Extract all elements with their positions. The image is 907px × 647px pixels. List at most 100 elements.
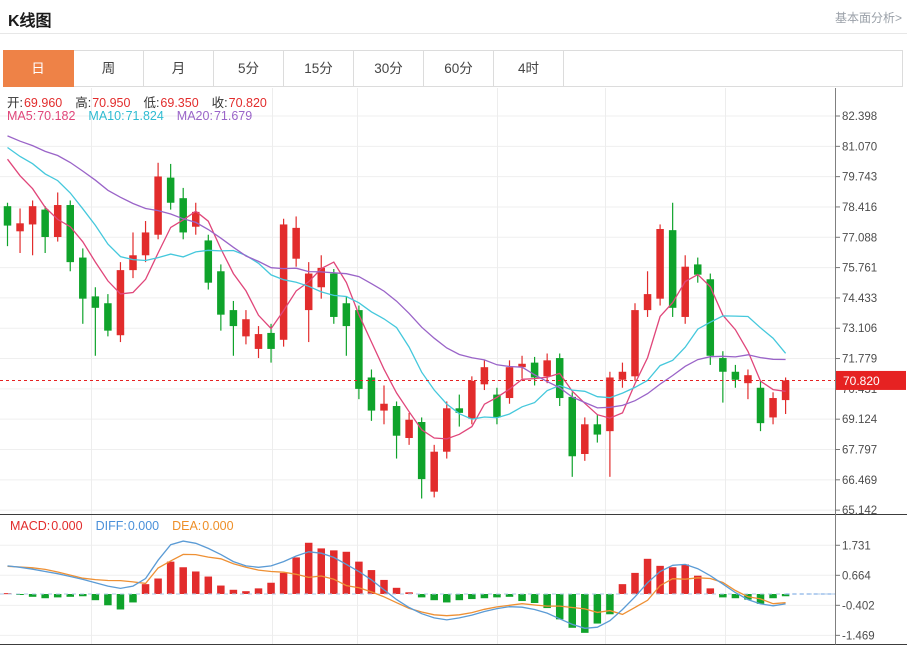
readout-value: 71.824 (126, 109, 164, 123)
macd-bar (769, 594, 777, 598)
price-tick-label: 67.797 (842, 444, 877, 456)
readout-label: MA10: (88, 109, 124, 123)
macd-bar (719, 594, 727, 597)
fundamental-analysis-link[interactable]: 基本面分析> (835, 9, 902, 26)
price-tick-label: 78.416 (842, 202, 877, 214)
macd-bar (267, 583, 275, 594)
tab-week[interactable]: 周 (74, 51, 144, 86)
candle-body (41, 210, 49, 237)
macd-bar (644, 559, 652, 594)
candle-body (67, 205, 75, 262)
macd-tick-label: 0.664 (842, 570, 871, 582)
tab-day[interactable]: 日 (3, 50, 74, 87)
macd-tick-label: -0.402 (842, 600, 875, 612)
macd-bar (154, 579, 162, 594)
tab-60min[interactable]: 60分 (424, 51, 494, 86)
price-tick-label: 66.469 (842, 475, 877, 487)
candle-body (255, 334, 263, 349)
price-tick-label: 82.398 (842, 111, 877, 123)
ma-row-item: MA20:71.679 (177, 109, 252, 123)
macd-tick-label: 1.731 (842, 540, 871, 552)
candle-body (368, 377, 376, 410)
candles-layer (4, 163, 790, 499)
macd-row-item: MACD:0.000 (10, 519, 83, 533)
macd-bar (167, 562, 175, 594)
candle-body (656, 229, 664, 299)
candle-body (506, 367, 514, 398)
macd-bar (318, 548, 326, 594)
page-title: K线图 (8, 7, 52, 31)
macd-bar (518, 594, 526, 601)
candle-body (179, 198, 187, 232)
ma-readout: MA5:70.182MA10:71.824MA20:71.679 (7, 109, 252, 123)
macd-bar (104, 594, 112, 605)
macd-bar (343, 552, 351, 594)
candle-body (707, 279, 715, 356)
macd-bar (619, 584, 627, 594)
candle-body (92, 296, 100, 307)
macd-bar (418, 594, 426, 597)
tab-15min[interactable]: 15分 (284, 51, 354, 86)
tab-30min[interactable]: 30分 (354, 51, 424, 86)
macd-row-item: DIFF:0.000 (96, 519, 160, 533)
candle-body (769, 398, 777, 417)
candle-body (594, 424, 602, 434)
readout-label: 开: (7, 96, 23, 110)
macd-bar (230, 590, 238, 594)
readout-value: 70.182 (37, 109, 75, 123)
candle-body (443, 408, 451, 451)
candle-body (543, 360, 551, 376)
macd-bar (255, 588, 263, 594)
candle-body (343, 303, 351, 326)
candle-body (29, 206, 36, 224)
readout-value: 71.679 (214, 109, 252, 123)
readout-label: MACD: (10, 519, 50, 533)
candle-body (393, 406, 401, 436)
candle-body (292, 228, 300, 259)
macd-bar (456, 594, 464, 600)
macd-bar (129, 594, 137, 602)
candle-body (104, 303, 112, 330)
macd-bar (468, 594, 476, 599)
readout-label: 收: (212, 96, 228, 110)
tab-4hour[interactable]: 4时 (494, 51, 564, 86)
readout-label: DEA: (172, 519, 201, 533)
tab-5min[interactable]: 5分 (214, 51, 284, 86)
price-tick-label: 69.124 (842, 414, 878, 426)
macd-bar (280, 573, 288, 594)
tab-month[interactable]: 月 (144, 51, 214, 86)
macd-bar (292, 557, 300, 594)
candle-body (481, 367, 489, 384)
ma-row-item: MA10:71.824 (88, 109, 163, 123)
interval-tab-bar: 日周月5分15分30分60分4时 (3, 50, 903, 87)
macd-bar (430, 594, 438, 600)
candle-body (719, 358, 727, 372)
macd-readout: MACD:0.000 DIFF:0.000 DEA: 0.000 (10, 519, 234, 533)
macd-bar (92, 594, 100, 600)
readout-value: 0.000 (51, 519, 82, 533)
candle-body (117, 270, 125, 335)
candle-body (230, 310, 238, 326)
readout-label: MA20: (177, 109, 213, 123)
macd-bar (142, 584, 150, 594)
candle-body (694, 264, 702, 274)
candle-body (619, 372, 627, 380)
candle-body (418, 422, 426, 479)
kline-chart-canvas[interactable]: 82.39881.07079.74378.41677.08875.76174.4… (0, 88, 907, 647)
candle-body (267, 333, 275, 349)
readout-value: 69.350 (160, 96, 198, 110)
macd-bar (531, 594, 539, 603)
macd-bar (217, 586, 225, 594)
macd-bar (41, 594, 49, 598)
macd-bar (393, 588, 401, 594)
readout-label: 低: (143, 96, 159, 110)
ma5-line (8, 159, 786, 439)
candle-body (217, 271, 225, 314)
candle-body (4, 206, 12, 225)
readout-value: 70.950 (92, 96, 130, 110)
candle-body (581, 424, 589, 454)
candle-body (430, 452, 438, 492)
macd-bar (117, 594, 125, 609)
price-tick-label: 73.106 (842, 323, 877, 335)
macd-bar (443, 594, 451, 602)
